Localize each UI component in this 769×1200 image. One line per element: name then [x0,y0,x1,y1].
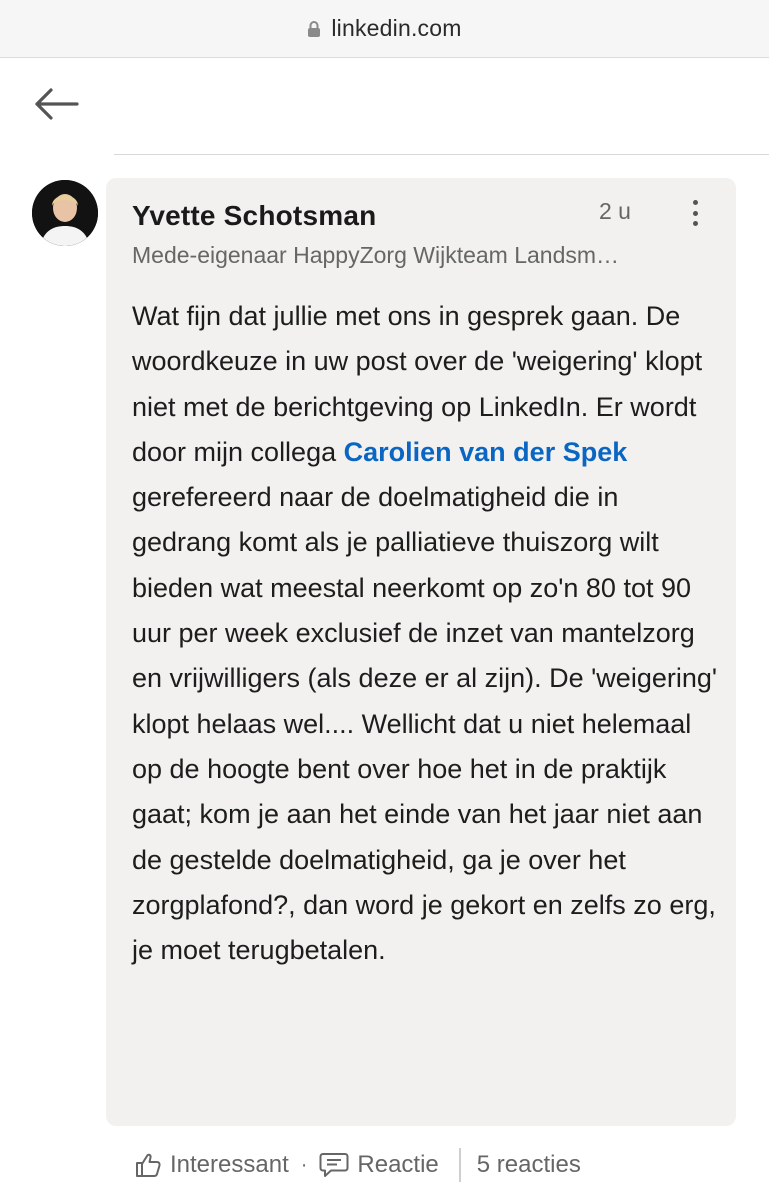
replies-count: 5 reacties [476,1151,581,1178]
thumbs-up-icon [134,1151,162,1179]
author-headline: Mede-eigenaar HappyZorg Wijkteam Landsm… [132,242,620,268]
header-divider [114,154,769,155]
like-label: Interessant [170,1151,289,1178]
speech-bubble-icon [319,1151,349,1179]
top-navigation [0,58,769,154]
back-arrow-icon [35,88,79,120]
vertical-divider [458,1148,461,1182]
like-button[interactable]: Interessant [134,1151,289,1179]
comment-timestamp: 2 u [599,198,631,224]
reply-label: Reactie [357,1151,439,1178]
author-name[interactable]: Yvette Schotsman [132,200,376,232]
replies-count-link[interactable]: 5 reacties [477,1151,581,1179]
action-separator: · [300,1153,308,1176]
lock-icon [307,20,321,38]
browser-url-bar[interactable]: linkedin.com [0,0,769,58]
more-vertical-icon [692,200,698,205]
mention-link[interactable]: Carolien van der Spek [344,437,628,467]
author-avatar[interactable] [32,180,98,246]
reply-button[interactable]: Reactie [319,1151,439,1179]
back-button[interactable] [30,82,82,126]
comment-actions: Interessant · Reactie 5 reacties [134,1140,754,1190]
url-text: linkedin.com [331,15,462,41]
comment-bubble: Yvette Schotsman 2 u Mede-eigenaar Happy… [106,178,736,1126]
comment-text: Wat fijn dat jullie met ons in gesprek g… [132,294,722,973]
comment-text-part-2: gerefereerd naar de doelmatigheid die in… [132,482,718,966]
more-options-button[interactable] [682,196,708,230]
